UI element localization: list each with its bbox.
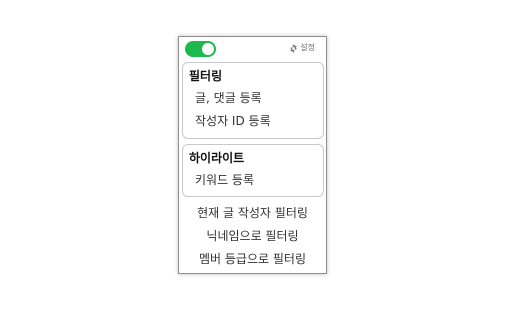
highlight-section: 하이라이트 키워드 등록 bbox=[182, 144, 324, 197]
register-author-id-item[interactable]: 작성자 ID 등록 bbox=[195, 113, 271, 129]
filter-by-nickname-button[interactable]: 닉네임으로 필터링 bbox=[179, 228, 326, 244]
filter-section: 필터링 글, 댓글 등록 작성자 ID 등록 bbox=[182, 62, 324, 139]
filter-by-member-grade-button[interactable]: 멤버 등급으로 필터링 bbox=[179, 251, 326, 267]
settings-button[interactable]: 설정 bbox=[289, 42, 315, 54]
gear-icon bbox=[289, 43, 298, 53]
register-post-comment-item[interactable]: 글, 댓글 등록 bbox=[195, 90, 262, 106]
highlight-section-title: 하이라이트 bbox=[189, 151, 245, 165]
extension-popup: 설정 필터링 글, 댓글 등록 작성자 ID 등록 하이라이트 키워드 등록 현… bbox=[178, 36, 327, 274]
toggle-knob bbox=[202, 43, 214, 55]
filter-section-title: 필터링 bbox=[189, 69, 223, 83]
filter-current-author-button[interactable]: 현재 글 작성자 필터링 bbox=[179, 205, 326, 221]
register-keyword-item[interactable]: 키워드 등록 bbox=[195, 172, 254, 188]
enable-toggle[interactable] bbox=[185, 41, 216, 57]
settings-label: 설정 bbox=[300, 43, 315, 52]
popup-header: 설정 bbox=[179, 37, 326, 61]
